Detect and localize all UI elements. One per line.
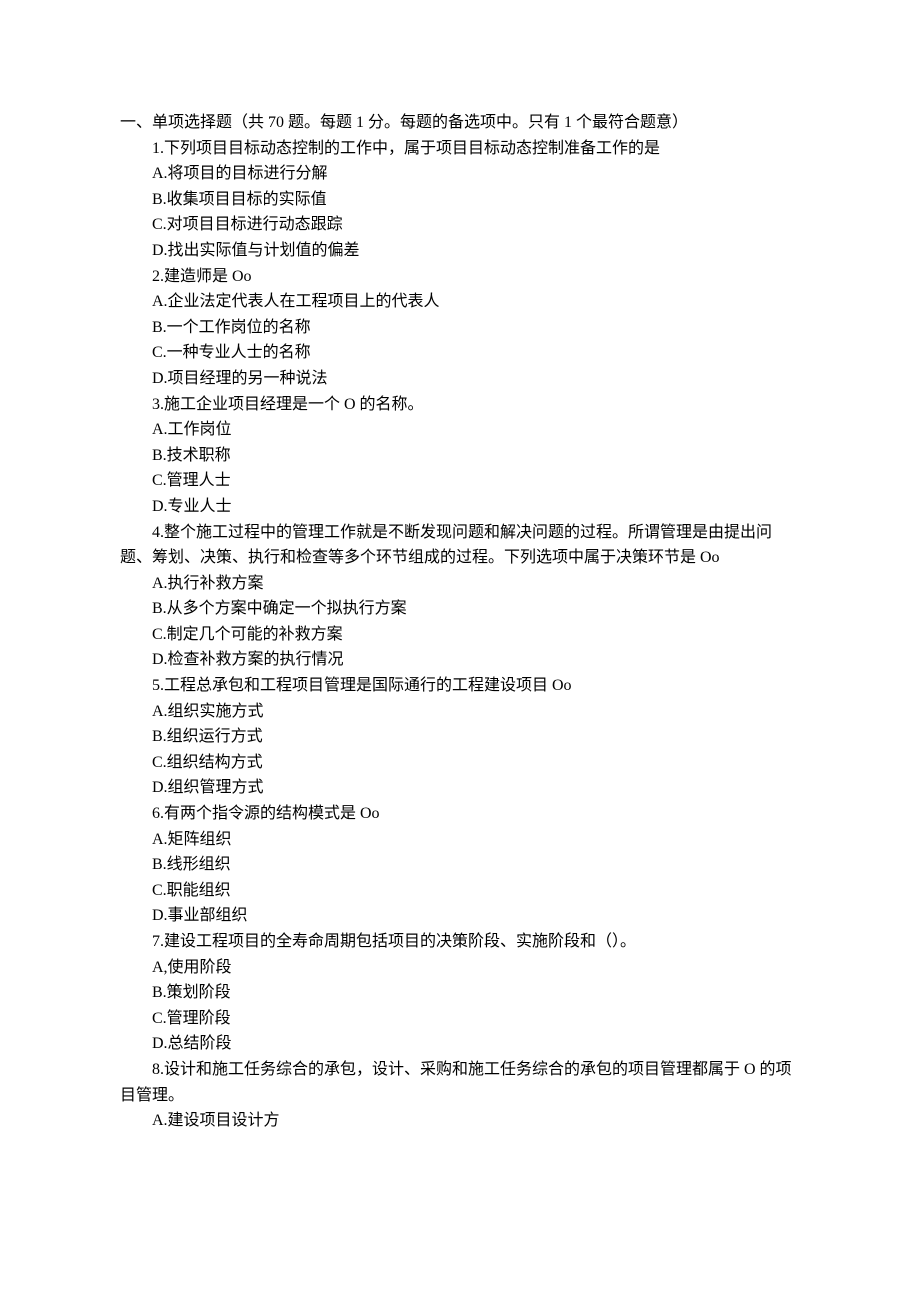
question-1-option-a: A.将项目的目标进行分解 (120, 161, 800, 187)
question-7-option-b: B.策划阶段 (120, 980, 800, 1006)
question-6-stem: 6.有两个指令源的结构模式是 Oo (120, 801, 800, 827)
question-1-option-d: D.找出实际值与计划值的偏差 (120, 238, 800, 264)
question-5-option-c: C.组织结构方式 (120, 750, 800, 776)
question-7-option-a: A,使用阶段 (120, 955, 800, 981)
question-7-option-d: D.总结阶段 (120, 1031, 800, 1057)
question-6-option-a: A.矩阵组织 (120, 827, 800, 853)
question-7-stem: 7.建设工程项目的全寿命周期包括项目的决策阶段、实施阶段和（）。 (120, 929, 800, 955)
section-header: 一、单项选择题（共 70 题。每题 1 分。每题的备选项中。只有 1 个最符合题… (120, 110, 800, 136)
question-3-option-a: A.工作岗位 (120, 417, 800, 443)
question-1-option-b: B.收集项目目标的实际值 (120, 187, 800, 213)
question-5-option-a: A.组织实施方式 (120, 699, 800, 725)
question-2-option-c: C.一种专业人士的名称 (120, 340, 800, 366)
question-4-option-c: C.制定几个可能的补救方案 (120, 622, 800, 648)
question-6-option-b: B.线形组织 (120, 852, 800, 878)
document-page: 一、单项选择题（共 70 题。每题 1 分。每题的备选项中。只有 1 个最符合题… (0, 0, 920, 1302)
question-8-stem: 8.设计和施工任务综合的承包，设计、采购和施工任务综合的承包的项目管理都属于 O… (120, 1057, 800, 1108)
question-6-option-d: D.事业部组织 (120, 903, 800, 929)
question-3-option-b: B.技术职称 (120, 443, 800, 469)
question-1-stem: 1.下列项目目标动态控制的工作中，属于项目目标动态控制准备工作的是 (120, 136, 800, 162)
question-8-option-a: A.建设项目设计方 (120, 1108, 800, 1134)
question-2-stem: 2.建造师是 Oo (120, 264, 800, 290)
question-4-option-a: A.执行补救方案 (120, 571, 800, 597)
question-6-option-c: C.职能组织 (120, 878, 800, 904)
question-5-option-d: D.组织管理方式 (120, 775, 800, 801)
question-2-option-a: A.企业法定代表人在工程项目上的代表人 (120, 289, 800, 315)
question-3-stem: 3.施工企业项目经理是一个 O 的名称。 (120, 392, 800, 418)
question-4-stem: 4.整个施工过程中的管理工作就是不断发现问题和解决问题的过程。所谓管理是由提出问… (120, 520, 800, 571)
question-3-option-d: D.专业人士 (120, 494, 800, 520)
question-5-option-b: B.组织运行方式 (120, 724, 800, 750)
question-4-option-b: B.从多个方案中确定一个拟执行方案 (120, 596, 800, 622)
question-4-option-d: D.检查补救方案的执行情况 (120, 647, 800, 673)
question-2-option-b: B.一个工作岗位的名称 (120, 315, 800, 341)
question-5-stem: 5.工程总承包和工程项目管理是国际通行的工程建设项目 Oo (120, 673, 800, 699)
question-3-option-c: C.管理人士 (120, 468, 800, 494)
question-7-option-c: C.管理阶段 (120, 1006, 800, 1032)
question-1-option-c: C.对项目目标进行动态跟踪 (120, 212, 800, 238)
question-2-option-d: D.项目经理的另一种说法 (120, 366, 800, 392)
